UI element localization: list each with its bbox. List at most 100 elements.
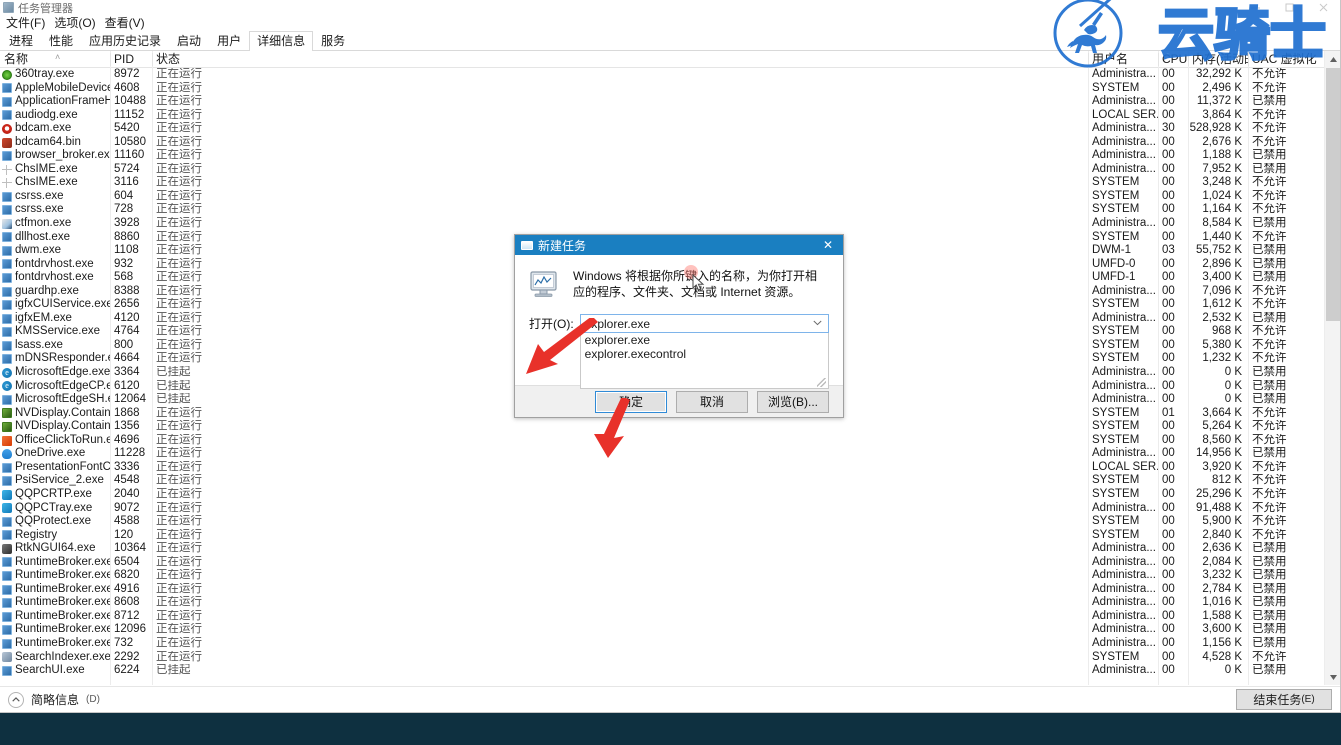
tab-performance[interactable]: 性能 bbox=[41, 31, 81, 50]
table-row[interactable]: SearchUI.exe 6224 已挂起 Administra... 00 0 K 已禁用 bbox=[0, 664, 1340, 678]
tab-services[interactable]: 服务 bbox=[313, 31, 353, 50]
dialog-close-button[interactable]: ✕ bbox=[813, 235, 843, 255]
process-list-scrollbar[interactable] bbox=[1324, 51, 1340, 685]
cell-username: SYSTEM bbox=[1092, 528, 1140, 541]
menu-view[interactable]: 查看(V) bbox=[102, 15, 151, 32]
column-header-cpu[interactable]: CPU bbox=[1158, 51, 1188, 68]
cell-process-name: QQPCTray.exe bbox=[0, 502, 110, 516]
tab-app-history[interactable]: 应用历史记录 bbox=[81, 31, 169, 50]
table-row[interactable]: ChsIME.exe 3116 正在运行 SYSTEM 00 3,248 K 不允许 bbox=[0, 176, 1340, 190]
tab-users[interactable]: 用户 bbox=[209, 31, 249, 50]
cell-username: Administra... bbox=[1092, 311, 1156, 324]
process-name-label: RuntimeBroker.exe bbox=[15, 569, 110, 582]
table-row[interactable]: AppleMobileDevice... 4608 正在运行 SYSTEM 00 2,49… bbox=[0, 82, 1340, 96]
cell-username: Administra... bbox=[1092, 95, 1156, 108]
dropdown-option[interactable]: explorer.exe bbox=[581, 333, 828, 347]
cell-username: Administra... bbox=[1092, 135, 1156, 148]
fewer-details-button[interactable]: 简略信息 (D) bbox=[8, 691, 100, 708]
minimize-button[interactable] bbox=[1238, 0, 1272, 15]
table-row[interactable]: RuntimeBroker.exe 732 正在运行 Administra... 00 1… bbox=[0, 637, 1340, 651]
cell-pid: 3336 bbox=[114, 460, 140, 473]
cell-status: 正在运行 bbox=[156, 636, 202, 649]
table-row[interactable]: RuntimeBroker.exe 6820 正在运行 Administra... 00… bbox=[0, 569, 1340, 583]
table-row[interactable]: PsiService_2.exe 4548 正在运行 SYSTEM 00 812 K 不允许 bbox=[0, 474, 1340, 488]
cell-uac: 已禁用 bbox=[1252, 542, 1287, 555]
maximize-button[interactable] bbox=[1272, 0, 1306, 15]
cell-username: Administra... bbox=[1092, 501, 1156, 514]
table-row[interactable]: RuntimeBroker.exe 8712 正在运行 Administra... 00… bbox=[0, 610, 1340, 624]
resize-grip-icon[interactable] bbox=[817, 378, 826, 387]
end-task-button[interactable]: 结束任务 (E) bbox=[1236, 689, 1332, 710]
table-row[interactable]: RtkNGUI64.exe 10364 正在运行 Administra... 00 2,6… bbox=[0, 542, 1340, 556]
ok-button[interactable]: 确定 bbox=[595, 390, 667, 413]
scrollbar-thumb[interactable] bbox=[1326, 68, 1340, 321]
table-row[interactable]: ChsIME.exe 5724 正在运行 Administra... 00 7,952 K… bbox=[0, 163, 1340, 177]
menu-options[interactable]: 选项(O) bbox=[51, 15, 101, 32]
chevron-down-icon[interactable] bbox=[813, 318, 822, 328]
table-row[interactable]: QQPCRTP.exe 2040 正在运行 SYSTEM 00 25,296 K 不允许 bbox=[0, 488, 1340, 502]
cell-uac: 不允许 bbox=[1252, 352, 1287, 365]
cancel-button[interactable]: 取消 bbox=[676, 390, 748, 413]
app-generic-icon bbox=[2, 96, 12, 107]
table-row[interactable]: RuntimeBroker.exe 4916 正在运行 Administra... 00… bbox=[0, 583, 1340, 597]
cell-cpu: 00 bbox=[1162, 271, 1175, 284]
open-input[interactable]: explorer.exe bbox=[579, 314, 829, 333]
table-row[interactable]: bdcam64.bin 10580 正在运行 Administra... 00 2,676… bbox=[0, 136, 1340, 150]
table-row[interactable]: OfficeClickToRun.exe 4696 正在运行 SYSTEM 00 8,56… bbox=[0, 434, 1340, 448]
scroll-down-arrow-icon[interactable] bbox=[1325, 669, 1340, 685]
cell-process-name: NVDisplay.Containe... bbox=[0, 420, 110, 434]
column-header-uac[interactable]: UAC 虚拟化 bbox=[1248, 51, 1325, 68]
table-row[interactable]: ApplicationFrameH... 10488 正在运行 Administra.… bbox=[0, 95, 1340, 109]
open-combobox[interactable]: explorer.exe explorer.exe explorer.execo… bbox=[579, 314, 829, 389]
cell-uac: 不允许 bbox=[1252, 284, 1287, 297]
table-row[interactable]: Registry 120 正在运行 SYSTEM 00 2,840 K 不允许 bbox=[0, 529, 1340, 543]
table-row[interactable]: RuntimeBroker.exe 12096 正在运行 Administra... 0… bbox=[0, 623, 1340, 637]
table-row[interactable]: audiodg.exe 11152 正在运行 LOCAL SER... 00 3,864 … bbox=[0, 109, 1340, 123]
menu-file[interactable]: 文件(F) bbox=[3, 15, 51, 32]
table-row[interactable]: csrss.exe 604 正在运行 SYSTEM 00 1,024 K 不允许 bbox=[0, 190, 1340, 204]
table-row[interactable]: PresentationFontCa... 3336 正在运行 LOCAL SER..… bbox=[0, 461, 1340, 475]
table-row[interactable]: csrss.exe 728 正在运行 SYSTEM 00 1,164 K 不允许 bbox=[0, 203, 1340, 217]
column-header-user[interactable]: 用户名 bbox=[1088, 51, 1158, 68]
cell-cpu: 00 bbox=[1162, 664, 1175, 677]
menu-bar: 文件(F) 选项(O) 查看(V) bbox=[0, 15, 1340, 32]
dropdown-option[interactable]: explorer.execontrol bbox=[581, 347, 828, 361]
cell-status: 正在运行 bbox=[156, 162, 202, 175]
tab-processes[interactable]: 进程 bbox=[1, 31, 41, 50]
tab-startup[interactable]: 启动 bbox=[169, 31, 209, 50]
table-row[interactable]: NVDisplay.Containe... 1356 正在运行 SYSTEM 00 5,2… bbox=[0, 420, 1340, 434]
table-row[interactable]: QQProtect.exe 4588 正在运行 SYSTEM 00 5,900 K 不允许 bbox=[0, 515, 1340, 529]
cell-pid: 568 bbox=[114, 271, 134, 284]
close-button[interactable] bbox=[1306, 0, 1340, 15]
table-row[interactable]: ctfmon.exe 3928 正在运行 Administra... 00 8,584 K… bbox=[0, 217, 1340, 231]
table-row[interactable]: RuntimeBroker.exe 6504 正在运行 Administra... 00… bbox=[0, 556, 1340, 570]
cell-process-name: RuntimeBroker.exe bbox=[0, 583, 110, 597]
app-generic-icon bbox=[2, 205, 12, 216]
table-row[interactable]: QQPCTray.exe 9072 正在运行 Administra... 00 91,48… bbox=[0, 502, 1340, 516]
cell-uac: 不允许 bbox=[1252, 528, 1287, 541]
cell-username: DWM-1 bbox=[1092, 244, 1131, 257]
column-header-status[interactable]: 状态 bbox=[152, 51, 1088, 68]
cell-memory: 812 K bbox=[1211, 474, 1242, 487]
table-row[interactable]: browser_broker.exe 11160 正在运行 Administra...… bbox=[0, 149, 1340, 163]
table-row[interactable]: 360tray.exe 8972 正在运行 Administra... 00 32,292… bbox=[0, 68, 1340, 82]
cell-cpu: 00 bbox=[1162, 487, 1175, 500]
cell-uac: 已禁用 bbox=[1252, 271, 1287, 284]
column-header-memory[interactable]: 内存(活动的... bbox=[1188, 51, 1248, 68]
tab-details[interactable]: 详细信息 bbox=[249, 31, 314, 51]
scroll-up-arrow-icon[interactable] bbox=[1325, 51, 1340, 67]
table-row[interactable]: OneDrive.exe 11228 正在运行 Administra... 00 14,9… bbox=[0, 447, 1340, 461]
app-generic-icon bbox=[2, 638, 12, 649]
autocomplete-dropdown[interactable]: explorer.exe explorer.execontrol bbox=[579, 333, 829, 389]
column-header-pid[interactable]: PID bbox=[110, 51, 152, 68]
table-row[interactable]: bdcam.exe 5420 正在运行 Administra... 30 528,928 … bbox=[0, 122, 1340, 136]
cell-uac: 不允许 bbox=[1252, 487, 1287, 500]
browse-button[interactable]: 浏览(B)... bbox=[757, 390, 829, 413]
table-row[interactable]: RuntimeBroker.exe 8608 正在运行 Administra... 00… bbox=[0, 596, 1340, 610]
cell-pid: 11228 bbox=[114, 447, 146, 460]
cell-process-name: MicrosoftEdgeSH.exe bbox=[0, 393, 110, 407]
table-row[interactable]: SearchIndexer.exe 2292 正在运行 SYSTEM 00 4,528 K… bbox=[0, 651, 1340, 665]
cell-uac: 不允许 bbox=[1252, 122, 1287, 135]
cell-status: 正在运行 bbox=[156, 149, 202, 162]
column-header-name[interactable]: 名称 ˄ bbox=[0, 51, 110, 68]
